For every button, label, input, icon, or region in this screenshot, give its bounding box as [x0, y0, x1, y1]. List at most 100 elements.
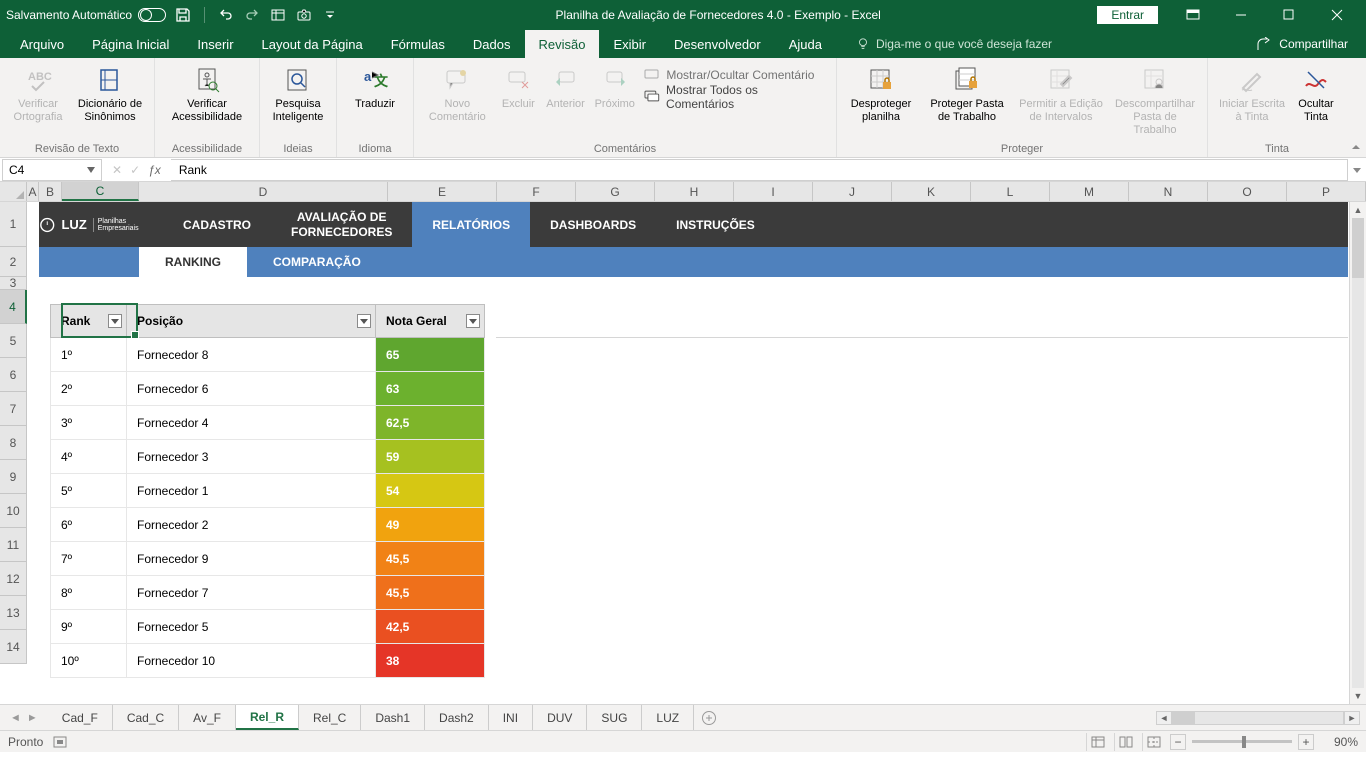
filter-icon[interactable]: [466, 314, 480, 328]
macro-record-icon[interactable]: [53, 735, 67, 749]
cell-rank[interactable]: 4º: [50, 440, 127, 474]
spelling-button[interactable]: ABCVerificar Ortografia: [6, 62, 70, 126]
menu-tab-revisão[interactable]: Revisão: [525, 30, 600, 58]
undo-icon[interactable]: [217, 6, 235, 24]
ribbon-collapse-icon[interactable]: [1346, 58, 1366, 157]
col-D[interactable]: D: [139, 182, 388, 201]
cell-rank[interactable]: 2º: [50, 372, 127, 406]
cell-posicao[interactable]: Fornecedor 5: [127, 610, 376, 644]
formula-input[interactable]: Rank: [171, 159, 1348, 181]
col-P[interactable]: P: [1287, 182, 1366, 201]
unprotect-sheet-button[interactable]: Desproteger planilha: [843, 62, 919, 126]
col-I[interactable]: I: [734, 182, 813, 201]
nav-tab[interactable]: INSTRUÇÕES: [656, 202, 775, 247]
zoom-value[interactable]: 90%: [1320, 735, 1358, 749]
cell-nota[interactable]: 62,5: [376, 406, 485, 440]
col-H[interactable]: H: [655, 182, 734, 201]
col-B[interactable]: B: [39, 182, 62, 201]
col-F[interactable]: F: [497, 182, 576, 201]
camera-icon[interactable]: [295, 6, 313, 24]
redo-icon[interactable]: [243, 6, 261, 24]
menu-tab-arquivo[interactable]: Arquivo: [6, 30, 78, 58]
row-12[interactable]: 12: [0, 562, 27, 596]
tell-me-search[interactable]: Diga-me o que você deseja fazer: [836, 37, 1052, 51]
cell-posicao[interactable]: Fornecedor 6: [127, 372, 376, 406]
formula-expand-icon[interactable]: [1348, 165, 1366, 175]
menu-tab-layout-da-página[interactable]: Layout da Página: [248, 30, 377, 58]
cell-nota[interactable]: 59: [376, 440, 485, 474]
menu-tab-dados[interactable]: Dados: [459, 30, 525, 58]
col-M[interactable]: M: [1050, 182, 1129, 201]
autosave-toggle[interactable]: Salvamento Automático: [6, 8, 166, 22]
filter-icon[interactable]: [108, 314, 122, 328]
sheet-tab[interactable]: Rel_C: [299, 705, 361, 730]
cell-posicao[interactable]: Fornecedor 9: [127, 542, 376, 576]
cell-posicao[interactable]: Fornecedor 8: [127, 338, 376, 372]
row-8[interactable]: 8: [0, 426, 27, 460]
cell-posicao[interactable]: Fornecedor 4: [127, 406, 376, 440]
sheet-tab[interactable]: Dash2: [425, 705, 489, 730]
vertical-scrollbar[interactable]: ▲ ▼: [1349, 202, 1366, 704]
col-G[interactable]: G: [576, 182, 655, 201]
col-L[interactable]: L: [971, 182, 1050, 201]
hide-ink-button[interactable]: Ocultar Tinta: [1292, 62, 1340, 126]
row-13[interactable]: 13: [0, 596, 27, 630]
maximize-icon[interactable]: [1266, 0, 1312, 30]
sheet-nav-arrows[interactable]: ◄►: [0, 705, 48, 730]
row-3[interactable]: 3: [0, 277, 27, 290]
row-1[interactable]: 1: [0, 202, 27, 247]
menu-tab-fórmulas[interactable]: Fórmulas: [377, 30, 459, 58]
thesaurus-button[interactable]: Dicionário de Sinônimos: [72, 62, 148, 126]
nav-tab[interactable]: CADASTRO: [163, 202, 271, 247]
nav-tab[interactable]: DASHBOARDS: [530, 202, 656, 247]
row-11[interactable]: 11: [0, 528, 27, 562]
close-icon[interactable]: [1314, 0, 1360, 30]
sheet-tab[interactable]: Cad_C: [113, 705, 179, 730]
row-9[interactable]: 9: [0, 460, 27, 494]
share-button[interactable]: Compartilhar: [1257, 37, 1360, 51]
cell-rank[interactable]: 7º: [50, 542, 127, 576]
cell-nota[interactable]: 38: [376, 644, 485, 678]
sheet-tab[interactable]: Av_F: [179, 705, 236, 730]
cell-posicao[interactable]: Fornecedor 3: [127, 440, 376, 474]
cell-posicao[interactable]: Fornecedor 2: [127, 508, 376, 542]
cell-nota[interactable]: 45,5: [376, 542, 485, 576]
view-normal-icon[interactable]: [1086, 733, 1108, 751]
sheet-tab[interactable]: Cad_F: [48, 705, 113, 730]
cell-nota[interactable]: 54: [376, 474, 485, 508]
sheet-tab[interactable]: INI: [489, 705, 533, 730]
col-O[interactable]: O: [1208, 182, 1287, 201]
menu-tab-inserir[interactable]: Inserir: [183, 30, 247, 58]
zoom-in-button[interactable]: +: [1298, 734, 1314, 750]
menu-tab-página-inicial[interactable]: Página Inicial: [78, 30, 183, 58]
cell-rank[interactable]: 10º: [50, 644, 127, 678]
menu-tab-ajuda[interactable]: Ajuda: [775, 30, 836, 58]
row-10[interactable]: 10: [0, 494, 27, 528]
menu-tab-desenvolvedor[interactable]: Desenvolvedor: [660, 30, 775, 58]
filter-icon[interactable]: [357, 314, 371, 328]
nav-tab[interactable]: RELATÓRIOS: [412, 202, 530, 247]
nav-tab[interactable]: AVALIAÇÃO DEFORNECEDORES: [271, 202, 412, 247]
qat-icon-1[interactable]: [269, 6, 287, 24]
spreadsheet-grid[interactable]: A B C D E F G H I J K L M N O P 1 2 3 4 …: [0, 182, 1366, 704]
row-2[interactable]: 2: [0, 247, 27, 277]
fx-icon[interactable]: ƒx: [148, 163, 161, 177]
cell-rank[interactable]: 1º: [50, 338, 127, 372]
th-rank[interactable]: Rank: [50, 304, 127, 338]
col-E[interactable]: E: [388, 182, 497, 201]
cell-posicao[interactable]: Fornecedor 10: [127, 644, 376, 678]
sheet-tab[interactable]: Dash1: [361, 705, 425, 730]
zoom-out-button[interactable]: −: [1170, 734, 1186, 750]
col-J[interactable]: J: [813, 182, 892, 201]
new-sheet-button[interactable]: [694, 705, 724, 730]
row-4[interactable]: 4: [0, 290, 27, 324]
th-posicao[interactable]: Posição: [127, 304, 376, 338]
sheet-tab[interactable]: SUG: [587, 705, 642, 730]
horizontal-scrollbar[interactable]: ◄►: [1156, 705, 1366, 730]
row-14[interactable]: 14: [0, 630, 27, 664]
cell-nota[interactable]: 65: [376, 338, 485, 372]
minimize-icon[interactable]: [1218, 0, 1264, 30]
cell-rank[interactable]: 6º: [50, 508, 127, 542]
accessibility-button[interactable]: Verificar Acessibilidade: [161, 62, 253, 126]
show-all-comments-button[interactable]: Mostrar Todos os Comentários: [640, 86, 830, 108]
